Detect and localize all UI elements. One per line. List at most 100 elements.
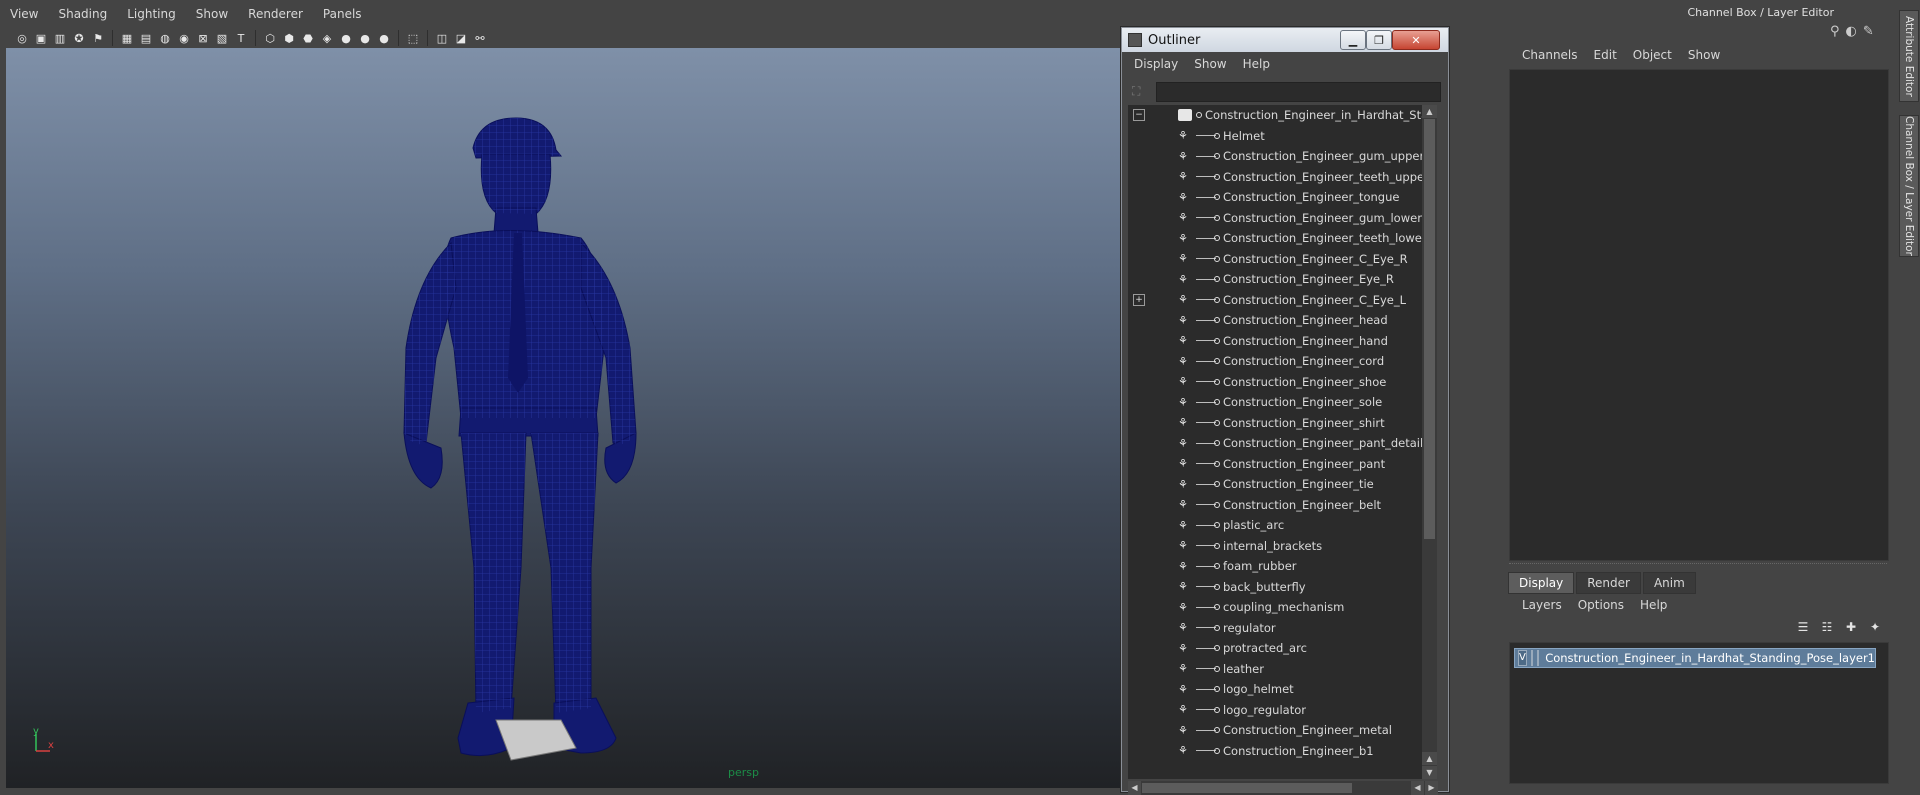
safe-title-icon[interactable]: T — [233, 30, 249, 46]
outliner-item[interactable]: ⚘ Construction_Engineer_pant — [1128, 454, 1426, 475]
film-icon[interactable]: ▤ — [138, 30, 154, 46]
outliner-item[interactable]: ⚘ Construction_Engineer_tongue — [1128, 187, 1426, 208]
outliner-item[interactable]: ⚘ back_butterfly — [1128, 577, 1426, 598]
outliner-item[interactable]: ⚘ plastic_arc — [1128, 515, 1426, 536]
outliner-item[interactable]: ⚘ regulator — [1128, 618, 1426, 639]
perspective-viewport[interactable]: y x persp — [6, 48, 1124, 788]
camera-attributes-icon[interactable]: ▣ — [33, 30, 49, 46]
layer-playback-toggle[interactable] — [1530, 650, 1534, 666]
expand-icon[interactable]: + — [1133, 293, 1145, 306]
outliner-item[interactable]: ⚘ Construction_Engineer_belt — [1128, 495, 1426, 516]
outliner-item[interactable]: ⚘ Construction_Engineer_C_Eye_R — [1128, 249, 1426, 270]
xray-icon[interactable]: ◫ — [434, 30, 450, 46]
move-layer-down-icon[interactable]: ☷ — [1818, 620, 1836, 636]
outliner-item[interactable]: ⚘ protracted_arc — [1128, 638, 1426, 659]
minimize-button[interactable]: ▁ — [1340, 30, 1366, 50]
filter-icon[interactable]: ⛶ — [1132, 84, 1140, 99]
outliner-item[interactable]: ⚘ Helmet — [1128, 126, 1426, 147]
outliner-item[interactable]: ⚘ Construction_Engineer_head — [1128, 310, 1426, 331]
menu-show[interactable]: Show — [186, 7, 238, 21]
menu-panels[interactable]: Panels — [313, 7, 372, 21]
wireframe-icon[interactable]: ⬡ — [262, 30, 278, 46]
layer-color-swatch[interactable] — [1537, 650, 1540, 666]
menu-shading[interactable]: Shading — [48, 7, 117, 21]
scroll-up-small-icon[interactable]: ▲ — [1422, 752, 1437, 765]
tab-display[interactable]: Display — [1508, 572, 1575, 594]
textured-icon[interactable]: ◈ — [319, 30, 335, 46]
field-chart-icon[interactable]: ⊠ — [195, 30, 211, 46]
menu-edit[interactable]: Edit — [1586, 48, 1625, 62]
outliner-search-input[interactable] — [1156, 82, 1441, 102]
outliner-item[interactable]: ⚘ Construction_Engineer_tie — [1128, 474, 1426, 495]
toggle-icon[interactable]: ◐ — [1846, 24, 1857, 39]
outliner-item[interactable]: ⚘ Construction_Engineer_metal — [1128, 720, 1426, 741]
menu-lighting[interactable]: Lighting — [117, 7, 186, 21]
new-layer-from-selection-icon[interactable]: ✦ — [1866, 620, 1884, 636]
menu-renderer[interactable]: Renderer — [238, 7, 313, 21]
film-gate-icon[interactable]: ▥ — [52, 30, 68, 46]
outliner-item[interactable]: ⚘ Construction_Engineer_pant_detail — [1128, 433, 1426, 454]
smooth-shade-icon[interactable]: ⬢ — [281, 30, 297, 46]
outliner-item[interactable]: ⚘ Construction_Engineer_sole — [1128, 392, 1426, 413]
hscroll-thumb[interactable] — [1142, 783, 1352, 793]
outliner-item[interactable]: ⚘ coupling_mechanism — [1128, 597, 1426, 618]
scroll-thumb[interactable] — [1424, 119, 1435, 539]
menu-layers[interactable]: Layers — [1514, 598, 1570, 612]
channels-icon[interactable]: ⚲ — [1830, 24, 1840, 39]
wireframe-model[interactable] — [6, 48, 1124, 788]
tab-attribute-editor[interactable]: Attribute Editor — [1899, 10, 1919, 102]
outliner-window[interactable]: Outliner ▁ ❐ ✕ Display Show Help ⛶ − Con… — [1121, 27, 1449, 795]
menu-channels[interactable]: Channels — [1514, 48, 1586, 62]
share-icon[interactable]: ⚯ — [472, 30, 488, 46]
outliner-menu-show[interactable]: Show — [1186, 57, 1234, 71]
scroll-up-icon[interactable]: ▲ — [1422, 105, 1437, 118]
outliner-item[interactable]: ⚘ Construction_Engineer_teeth_lower — [1128, 228, 1426, 249]
menu-show-channels[interactable]: Show — [1680, 48, 1728, 62]
tab-render[interactable]: Render — [1576, 572, 1641, 594]
outliner-menu-display[interactable]: Display — [1126, 57, 1186, 71]
outliner-item[interactable]: ⚘ logo_regulator — [1128, 700, 1426, 721]
grid-icon[interactable]: ▦ — [119, 30, 135, 46]
pick-icon[interactable]: ✎ — [1863, 24, 1874, 39]
outliner-menu-help[interactable]: Help — [1235, 57, 1278, 71]
outliner-item[interactable]: ⚘ foam_rubber — [1128, 556, 1426, 577]
menu-help[interactable]: Help — [1632, 598, 1675, 612]
outliner-item[interactable]: ⚘ internal_brackets — [1128, 536, 1426, 557]
outliner-tree[interactable]: − Construction_Engineer_in_Hardhat_Stand… — [1128, 105, 1426, 779]
outliner-item[interactable]: ⚘ Construction_Engineer_shirt — [1128, 413, 1426, 434]
bookmark-icon[interactable]: ✪ — [71, 30, 87, 46]
lights-icon[interactable]: ● — [338, 30, 354, 46]
outliner-item[interactable]: ⚘ logo_helmet — [1128, 679, 1426, 700]
outliner-item[interactable]: ⚘ Construction_Engineer_shoe — [1128, 372, 1426, 393]
gate-mask-icon[interactable]: ◉ — [176, 30, 192, 46]
menu-view[interactable]: View — [0, 7, 48, 21]
select-camera-icon[interactable]: ◎ — [14, 30, 30, 46]
resolution-gate-icon[interactable]: ◍ — [157, 30, 173, 46]
layer-row[interactable]: V Construction_Engineer_in_Hardhat_Stand… — [1514, 648, 1876, 668]
xray-joints-icon[interactable]: ◪ — [453, 30, 469, 46]
panel-splitter[interactable] — [1509, 563, 1887, 567]
collapse-icon[interactable]: − — [1133, 109, 1145, 122]
outliner-item[interactable]: ⚘ Construction_Engineer_gum_lower — [1128, 208, 1426, 229]
outliner-item[interactable]: ⚘ Construction_Engineer_Eye_R — [1128, 269, 1426, 290]
outliner-root-row[interactable]: − Construction_Engineer_in_Hardhat_Stand… — [1128, 105, 1426, 126]
outliner-item[interactable]: ⚘ Construction_Engineer_cord — [1128, 351, 1426, 372]
layer-visibility-toggle[interactable]: V — [1518, 650, 1527, 666]
maximize-button[interactable]: ❐ — [1366, 30, 1392, 50]
outliner-item[interactable]: ⚘ Construction_Engineer_b1 — [1128, 741, 1426, 762]
tab-anim[interactable]: Anim — [1642, 572, 1696, 594]
isolate-select-icon[interactable]: ⬚ — [405, 30, 421, 46]
outliner-item[interactable]: ⚘ Construction_Engineer_teeth_upper — [1128, 167, 1426, 188]
outliner-vertical-scrollbar[interactable]: ▲ ▲ ▼ — [1422, 105, 1437, 779]
tab-channel-box-layer-editor[interactable]: Channel Box / Layer Editor — [1899, 115, 1919, 257]
outliner-item[interactable]: + ⚘ Construction_Engineer_C_Eye_L — [1128, 290, 1426, 311]
menu-object[interactable]: Object — [1625, 48, 1680, 62]
channels-area[interactable] — [1509, 69, 1889, 561]
close-button[interactable]: ✕ — [1392, 30, 1440, 50]
layer-list[interactable]: V Construction_Engineer_in_Hardhat_Stand… — [1509, 642, 1889, 784]
scroll-down-icon[interactable]: ▼ — [1422, 766, 1437, 779]
wireframe-on-shaded-icon[interactable]: ⬣ — [300, 30, 316, 46]
image-plane-icon[interactable]: ⚑ — [90, 30, 106, 46]
move-layer-up-icon[interactable]: ☰ — [1794, 620, 1812, 636]
outliner-item[interactable]: ⚘ Construction_Engineer_hand — [1128, 331, 1426, 352]
